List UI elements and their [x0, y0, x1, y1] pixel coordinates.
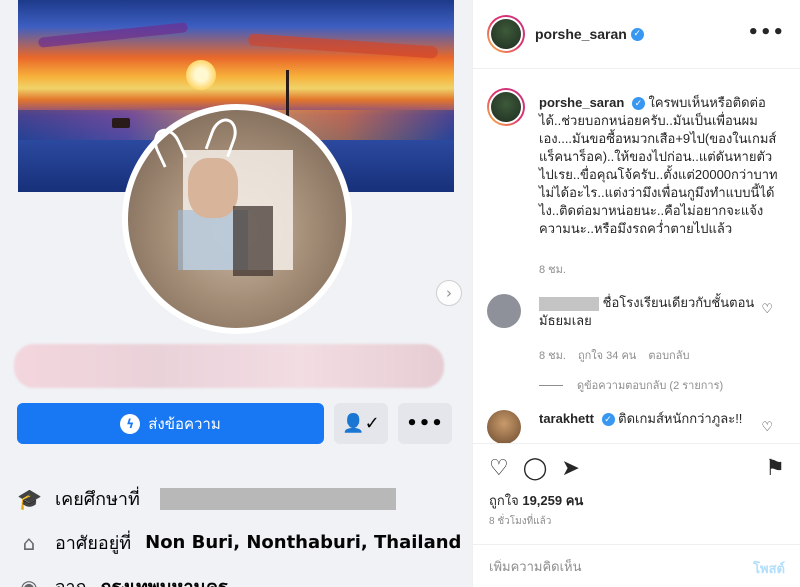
instagram-post-panel: porshe_saran ✓ ••• porshe_saran ✓ ใครพบเ… [472, 0, 800, 587]
share-icon[interactable]: ➤ [561, 456, 579, 481]
send-message-button[interactable]: ϟ ส่งข้อความ [17, 403, 324, 444]
view-replies-label: ดูข้อความตอบกลับ (2 รายการ) [577, 380, 724, 392]
avatar[interactable] [487, 15, 525, 53]
divider [539, 384, 563, 386]
cover-paint-stroke [37, 22, 189, 48]
comment-input[interactable] [489, 559, 729, 574]
caption-time[interactable]: 8 ชม. [539, 260, 566, 278]
cover-paint-stroke [247, 33, 439, 59]
from-label: จาก [55, 572, 87, 587]
heart-icon[interactable]: ♡ [489, 456, 509, 481]
facebook-screenshot: › ϟ ส่งข้อความ 👤✓ ••• 🎓 เคยศึกษาที่ ⌂ อา… [0, 0, 472, 587]
caption-username[interactable]: porshe_saran [539, 95, 624, 110]
more-options-button[interactable]: ••• [398, 403, 452, 444]
chevron-right-icon[interactable]: › [436, 280, 462, 306]
cover-boat [112, 118, 130, 128]
profile-face-blur [188, 158, 238, 218]
send-message-label: ส่งข้อความ [148, 414, 221, 433]
person-check-icon: 👤✓ [342, 413, 380, 434]
from-row: ◉ จาก กรุงเทพมหานคร [17, 572, 228, 587]
messenger-icon: ϟ [120, 413, 141, 434]
comment-body: ติดเกมส์หนักกว่าภูละ!! [618, 411, 743, 426]
redacted-username [539, 296, 599, 311]
bookmark-icon[interactable]: ⚑ [765, 456, 785, 481]
post-actions: ♡ ◯ ➤ ⚑ ถูกใจ 19,259 คน 8 ชั่วโมงที่แล้ว… [473, 443, 800, 587]
home-icon: ⌂ [22, 530, 36, 555]
more-icon: ••• [406, 413, 444, 434]
blurred-profile-name [14, 344, 444, 388]
education-row: 🎓 เคยศึกษาที่ [17, 484, 396, 513]
heart-icon[interactable]: ♡ [761, 420, 773, 435]
likes-suffix: คน [565, 493, 584, 508]
likes-label: ถูกใจ [489, 493, 519, 508]
cover-sun [186, 60, 216, 90]
caption-body: ใครพบเห็นหรือติดต่อได้..ช่วยบอกหน่อยครับ… [539, 95, 778, 236]
comment-text: ชื่อโรงเรียนเดียวกับชั้นตอนมัธยมเลย [539, 294, 759, 330]
caption-text: porshe_saran ✓ ใครพบเห็นหรือติดต่อได้..ช… [539, 94, 783, 238]
comment-time[interactable]: 8 ชม. [539, 346, 566, 364]
comment-icon[interactable]: ◯ [523, 456, 548, 481]
avatar[interactable] [487, 88, 525, 126]
comment-username[interactable]: tarakhett [539, 411, 594, 426]
reply-button[interactable]: ตอบกลับ [648, 346, 689, 364]
more-icon[interactable]: ••• [747, 22, 785, 43]
facebook-profile-background: › ϟ ส่งข้อความ 👤✓ ••• 🎓 เคยศึกษาที่ ⌂ อา… [0, 0, 472, 587]
lives-in-row: ⌂ อาศัยอยู่ที่ Non Buri, Nonthaburi, Tha… [17, 528, 462, 557]
posted-time[interactable]: 8 ชั่วโมงที่แล้ว [489, 514, 551, 529]
add-comment-bar: โพสต์ [473, 544, 800, 587]
avatar[interactable] [487, 294, 521, 328]
likes-number: 19,259 [522, 493, 563, 508]
education-label: เคยศึกษาที่ [55, 489, 140, 510]
graduation-cap-icon: 🎓 [17, 486, 42, 511]
username[interactable]: porshe_saran [535, 26, 627, 42]
location-pin-icon: ◉ [20, 574, 38, 587]
comment-likes[interactable]: ถูกใจ 34 คน [578, 346, 636, 364]
lives-in-place[interactable]: Non Buri, Nonthaburi, Thailand [145, 532, 461, 553]
lives-in-label: อาศัยอยู่ที่ [55, 533, 132, 554]
post-header: porshe_saran ✓ ••• [473, 0, 800, 69]
action-icons: ♡ ◯ ➤ [489, 456, 580, 481]
comment-meta: 8 ชม. ถูกใจ 34 คน ตอบกลับ [539, 346, 689, 364]
verified-badge-icon: ✓ [630, 27, 644, 41]
heart-icon[interactable]: ♡ [761, 302, 773, 317]
post-button[interactable]: โพสต์ [753, 558, 785, 579]
verified-badge-icon: ✓ [601, 413, 615, 427]
profile-picture-blur [233, 206, 273, 276]
comment-text: tarakhett ✓ ติดเกมส์หนักกว่าภูละ!! [539, 410, 759, 428]
verified-badge-icon: ✓ [631, 97, 645, 111]
friend-status-button[interactable]: 👤✓ [334, 403, 388, 444]
from-place[interactable]: กรุงเทพมหานคร [101, 572, 228, 587]
view-replies[interactable]: ดูข้อความตอบกลับ (2 รายการ) [539, 376, 723, 394]
avatar[interactable] [487, 410, 521, 444]
likes-count[interactable]: ถูกใจ 19,259 คน [489, 490, 583, 511]
redacted-school-name [159, 487, 396, 510]
